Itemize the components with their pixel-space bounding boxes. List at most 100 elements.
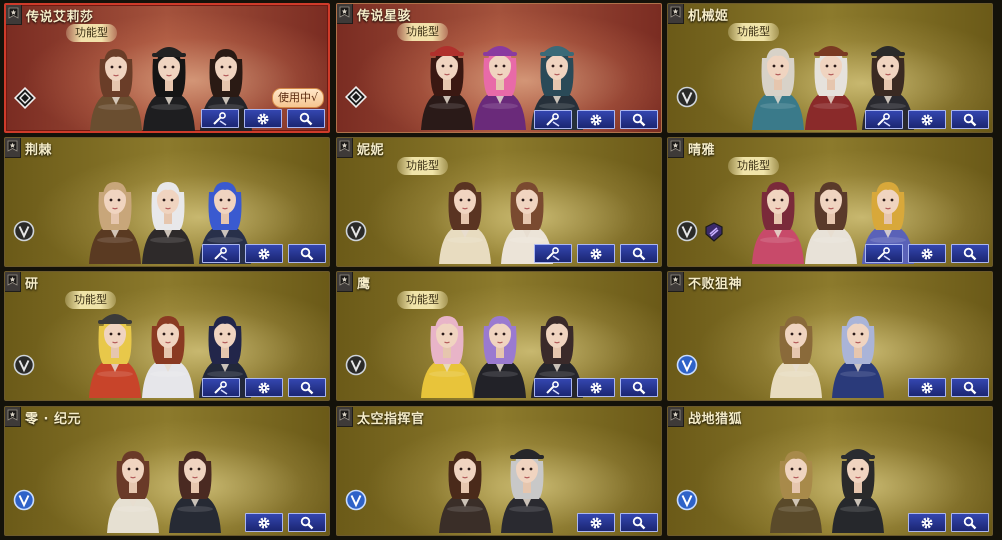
- magnifier-icon: [963, 247, 977, 260]
- settings-button[interactable]: [908, 513, 946, 532]
- settings-button[interactable]: [908, 378, 946, 397]
- card-title: 晴雅: [688, 143, 716, 158]
- gear-icon: [590, 382, 602, 393]
- skin-card[interactable]: 不败狙神: [667, 271, 993, 401]
- type-badge: 功能型: [397, 157, 448, 175]
- card-title: 零 · 纪元: [25, 412, 81, 427]
- gear-icon: [921, 517, 933, 528]
- character-portrait: [421, 46, 473, 130]
- settings-button[interactable]: [577, 110, 615, 129]
- corner-tag: [337, 407, 353, 427]
- star-tag-icon: [339, 6, 350, 18]
- settings-button[interactable]: [577, 244, 615, 263]
- card-actions: [534, 110, 658, 129]
- character-portrait: [143, 47, 195, 131]
- customize-button[interactable]: [201, 109, 239, 128]
- customize-button[interactable]: [865, 244, 903, 263]
- character-portrait: [770, 316, 822, 398]
- character-portrait: [832, 449, 884, 533]
- silver-rank-v-icon: [13, 354, 35, 376]
- star-tag-icon: [670, 6, 681, 18]
- gear-icon: [258, 517, 270, 528]
- skin-card[interactable]: 晴雅 功能型: [667, 137, 993, 267]
- skin-card[interactable]: 传说艾莉莎 功能型 使用中√: [4, 3, 330, 133]
- card-actions: [245, 513, 326, 532]
- star-tag-icon: [339, 274, 350, 286]
- preview-button[interactable]: [951, 244, 989, 263]
- customize-button[interactable]: [202, 378, 240, 397]
- preview-button[interactable]: [951, 110, 989, 129]
- preview-button[interactable]: [620, 513, 658, 532]
- purple-crest-icon: [705, 222, 723, 242]
- card-title: 研: [25, 277, 39, 292]
- settings-button[interactable]: [908, 244, 946, 263]
- preview-button[interactable]: [951, 378, 989, 397]
- skin-grid: 传说艾莉莎 功能型 使用中√ 传说星骇 功能型 机械姬 功能型 荆棘 妮妮 功能型 晴雅 功能型研功能…: [0, 0, 1002, 540]
- customize-button[interactable]: [534, 110, 572, 129]
- preview-button[interactable]: [620, 110, 658, 129]
- card-actions: [534, 244, 658, 263]
- skin-card[interactable]: 荆棘: [4, 137, 330, 267]
- skin-card[interactable]: 零 · 纪元: [4, 406, 330, 536]
- settings-button[interactable]: [245, 378, 283, 397]
- customize-button[interactable]: [202, 244, 240, 263]
- star-tag-icon: [7, 274, 18, 286]
- skin-card[interactable]: 战地猎狐: [667, 406, 993, 536]
- type-badge: 功能型: [397, 23, 448, 41]
- customize-button[interactable]: [865, 110, 903, 129]
- star-tag-icon: [339, 140, 350, 152]
- wrench-screwdriver-icon: [877, 112, 891, 127]
- skin-card[interactable]: 机械姬 功能型: [667, 3, 993, 133]
- card-actions: [534, 378, 658, 397]
- card-actions: [202, 244, 326, 263]
- card-title: 传说星骇: [357, 9, 412, 24]
- corner-tag: [5, 138, 21, 158]
- customize-button[interactable]: [534, 244, 572, 263]
- preview-button[interactable]: [620, 378, 658, 397]
- preview-button[interactable]: [951, 513, 989, 532]
- settings-button[interactable]: [908, 110, 946, 129]
- corner-tag: [6, 5, 22, 25]
- settings-button[interactable]: [245, 513, 283, 532]
- preview-button[interactable]: [287, 109, 325, 128]
- card-title: 鹰: [357, 277, 371, 292]
- character-portrait: [752, 48, 804, 130]
- corner-tag: [668, 138, 684, 158]
- skin-card[interactable]: 鹰功能型: [336, 271, 662, 401]
- gear-icon: [921, 114, 933, 125]
- blue-rank-v-icon: [676, 354, 698, 376]
- character-portrait: [474, 316, 526, 398]
- gear-icon: [921, 248, 933, 259]
- corner-tag: [337, 138, 353, 158]
- magnifier-icon: [963, 381, 977, 394]
- preview-button[interactable]: [288, 244, 326, 263]
- skin-card[interactable]: 研功能型: [4, 271, 330, 401]
- blue-rank-v-icon: [676, 489, 698, 511]
- character-portrait: [752, 182, 804, 264]
- settings-button[interactable]: [577, 378, 615, 397]
- skin-card[interactable]: 太空指挥官: [336, 406, 662, 536]
- corner-tag: [337, 4, 353, 24]
- settings-button[interactable]: [245, 244, 283, 263]
- character-portrait: [89, 182, 141, 264]
- skin-card[interactable]: 传说星骇 功能型: [336, 3, 662, 133]
- star-tag-icon: [8, 7, 19, 19]
- settings-button[interactable]: [244, 109, 282, 128]
- type-badge: 功能型: [728, 23, 779, 41]
- preview-button[interactable]: [288, 513, 326, 532]
- customize-button[interactable]: [534, 378, 572, 397]
- preview-button[interactable]: [620, 244, 658, 263]
- card-actions: [202, 378, 326, 397]
- preview-button[interactable]: [288, 378, 326, 397]
- character-portrait: [89, 314, 141, 398]
- wrench-screwdriver-icon: [214, 246, 228, 261]
- character-portrait: [474, 46, 526, 130]
- wrench-screwdriver-icon: [546, 246, 560, 261]
- skin-card[interactable]: 妮妮 功能型: [336, 137, 662, 267]
- magnifier-icon: [300, 381, 314, 394]
- settings-button[interactable]: [577, 513, 615, 532]
- character-portrait: [832, 316, 884, 398]
- card-actions: [908, 378, 989, 397]
- card-actions: [908, 513, 989, 532]
- card-actions: [201, 109, 325, 128]
